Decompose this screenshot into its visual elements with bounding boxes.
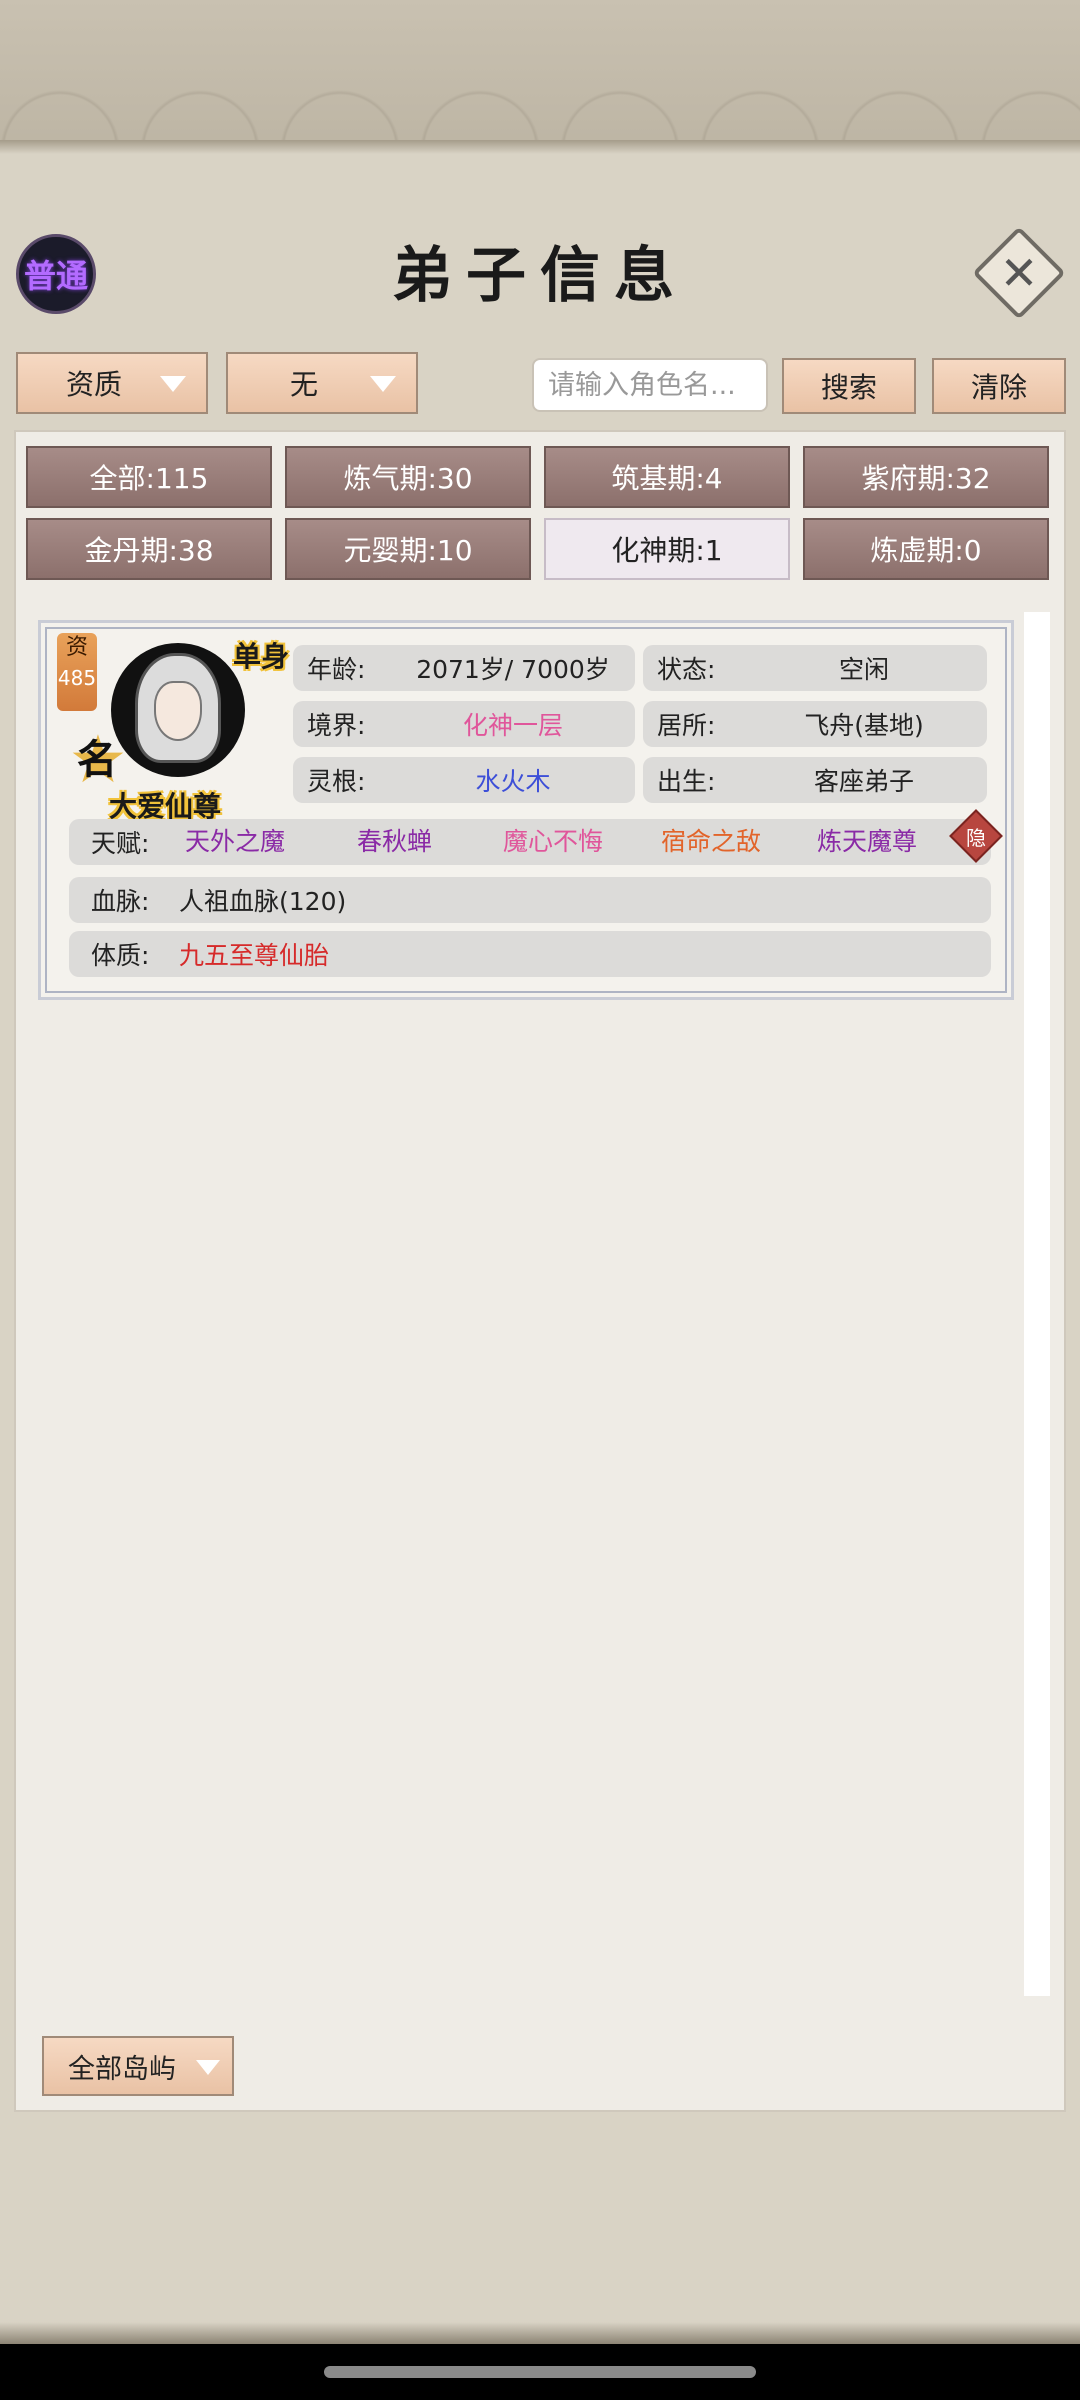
bloodline-row: 血脉: 人祖血脉(120) <box>69 877 991 923</box>
tab-purple-mansion[interactable]: 紫府期:32 <box>803 446 1049 508</box>
tab-golden-core[interactable]: 金丹期:38 <box>26 518 272 580</box>
avatar-face <box>154 681 202 741</box>
realm-value: 化神一层 <box>462 711 563 740</box>
list-scrollbar[interactable] <box>1024 612 1050 1996</box>
tab-qi-refining[interactable]: 炼气期:30 <box>285 446 531 508</box>
tab-deity-transformation[interactable]: 化神期:1 <box>544 518 790 580</box>
tab-void-refining[interactable]: 炼虚期:0 <box>803 518 1049 580</box>
tab-all[interactable]: 全部:115 <box>26 446 272 508</box>
close-icon: ✕ <box>999 246 1039 300</box>
talent-item[interactable]: 春秋蝉 <box>357 819 432 865</box>
age-cell: 年龄: 2071岁/ 7000岁 <box>293 645 635 691</box>
residence-cell: 居所: 飞舟(基地) <box>643 701 987 747</box>
origin-cell: 出生: 客座弟子 <box>643 757 987 803</box>
origin-value: 客座弟子 <box>813 767 914 796</box>
home-indicator[interactable] <box>324 2366 756 2378</box>
age-value: 2071岁/ 7000岁 <box>416 655 610 684</box>
avatar-area: 资 485 ★ 名 单身 大爱仙尊 <box>55 633 295 823</box>
search-input[interactable] <box>532 358 768 412</box>
bloodline-key: 血脉: <box>91 887 150 916</box>
spirit-root-value: 水火木 <box>475 767 551 796</box>
island-dropdown-label: 全部岛屿 <box>68 2053 176 2085</box>
search-button[interactable]: 搜索 <box>782 358 916 414</box>
spirit-root-key: 灵根: <box>307 767 366 796</box>
constitution-key: 体质: <box>91 941 150 970</box>
qualification-badge: 资 485 <box>57 633 97 711</box>
qualification-value: 485 <box>57 666 97 690</box>
bloodline-value: 人祖血脉(120) <box>179 887 347 916</box>
status-value: 空闲 <box>838 655 889 684</box>
fame-char: 名 <box>77 736 117 783</box>
status-key: 状态: <box>657 655 716 684</box>
talent-key: 天赋: <box>91 829 150 858</box>
realm-cell: 境界: 化神一层 <box>293 701 635 747</box>
qualification-label: 资 <box>65 635 88 660</box>
realm-key: 境界: <box>307 711 366 740</box>
constitution-value: 九五至尊仙胎 <box>179 941 330 970</box>
disciple-card[interactable]: 资 485 ★ 名 单身 大爱仙尊 年龄: 2071岁/ 7000岁 状态: 空… <box>38 620 1014 1000</box>
talent-item[interactable]: 炼天魔尊 <box>817 819 917 865</box>
residence-value: 飞舟(基地) <box>804 711 924 740</box>
origin-key: 出生: <box>657 767 716 796</box>
residence-key: 居所: <box>657 711 716 740</box>
hide-label: 隐 <box>966 825 986 850</box>
chevron-down-icon <box>160 376 186 392</box>
island-filter-dropdown[interactable]: 全部岛屿 <box>42 2036 234 2096</box>
tab-foundation[interactable]: 筑基期:4 <box>544 446 790 508</box>
top-decorative-pattern <box>0 0 1080 150</box>
talent-item[interactable]: 宿命之敌 <box>661 819 761 865</box>
status-cell: 状态: 空闲 <box>643 645 987 691</box>
secondary-dropdown[interactable]: 无 <box>226 352 418 414</box>
top-torn-edge <box>0 140 1080 154</box>
talent-row: 天赋: 天外之魔 春秋蝉 魔心不悔 宿命之敌 炼天魔尊 <box>69 819 991 865</box>
clear-button[interactable]: 清除 <box>932 358 1066 414</box>
bottom-torn-edge <box>0 2322 1080 2344</box>
spirit-root-cell: 灵根: 水火木 <box>293 757 635 803</box>
sort-dropdown[interactable]: 资质 <box>16 352 208 414</box>
single-tag: 单身 <box>233 640 290 673</box>
talent-item[interactable]: 魔心不悔 <box>503 819 603 865</box>
age-key: 年龄: <box>307 655 366 684</box>
page-title: 弟子信息 <box>392 241 688 311</box>
talent-item[interactable]: 天外之魔 <box>185 819 285 865</box>
constitution-row: 体质: 九五至尊仙胎 <box>69 931 991 977</box>
chevron-down-icon <box>370 376 396 392</box>
chevron-down-icon <box>196 2060 220 2075</box>
tab-nascent-soul[interactable]: 元婴期:10 <box>285 518 531 580</box>
